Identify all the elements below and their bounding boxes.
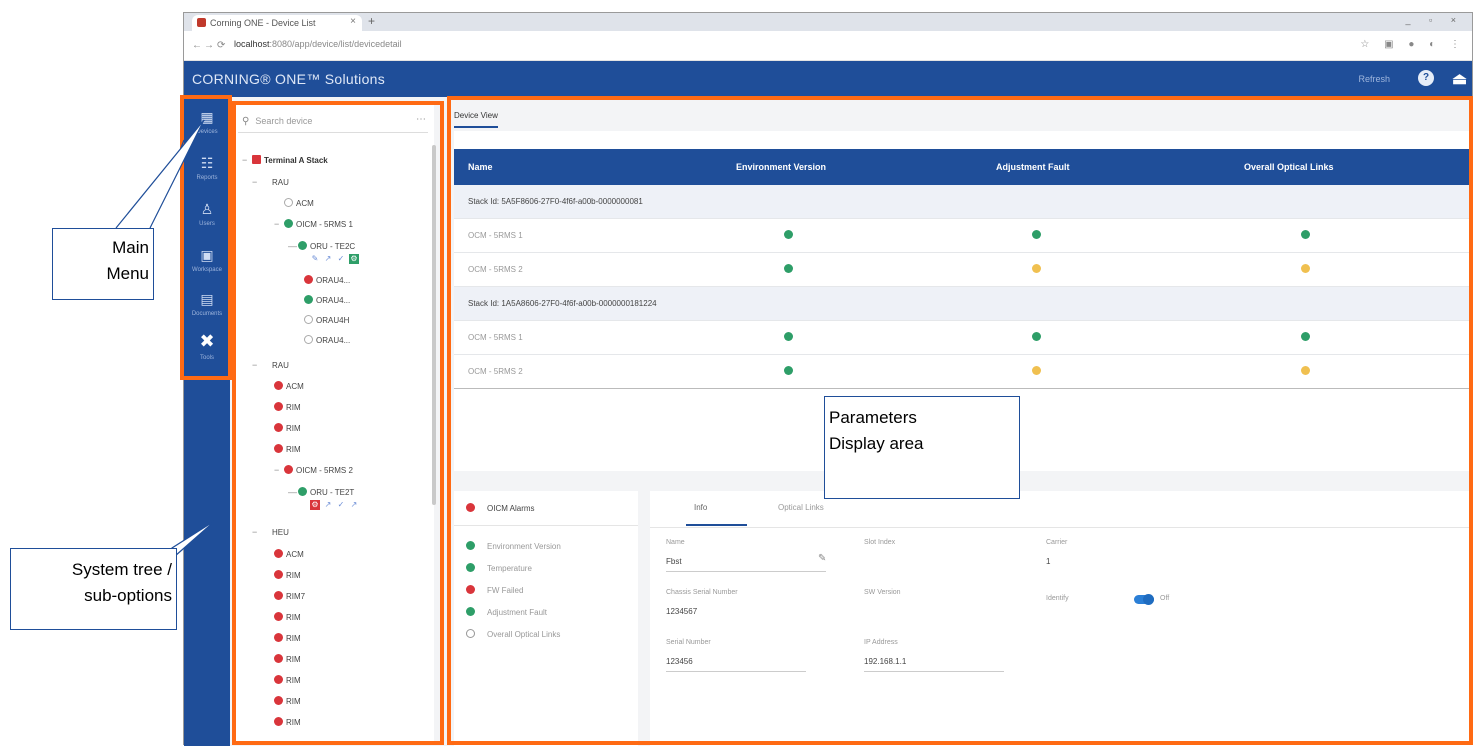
callout-leader-lines [115,119,217,579]
parameters-callout: Parameters Display area [824,396,1020,499]
leader-line [115,119,205,229]
main-menu-callout: Main Menu [52,228,154,300]
system-tree-callout: System tree / sub-options [10,548,177,630]
